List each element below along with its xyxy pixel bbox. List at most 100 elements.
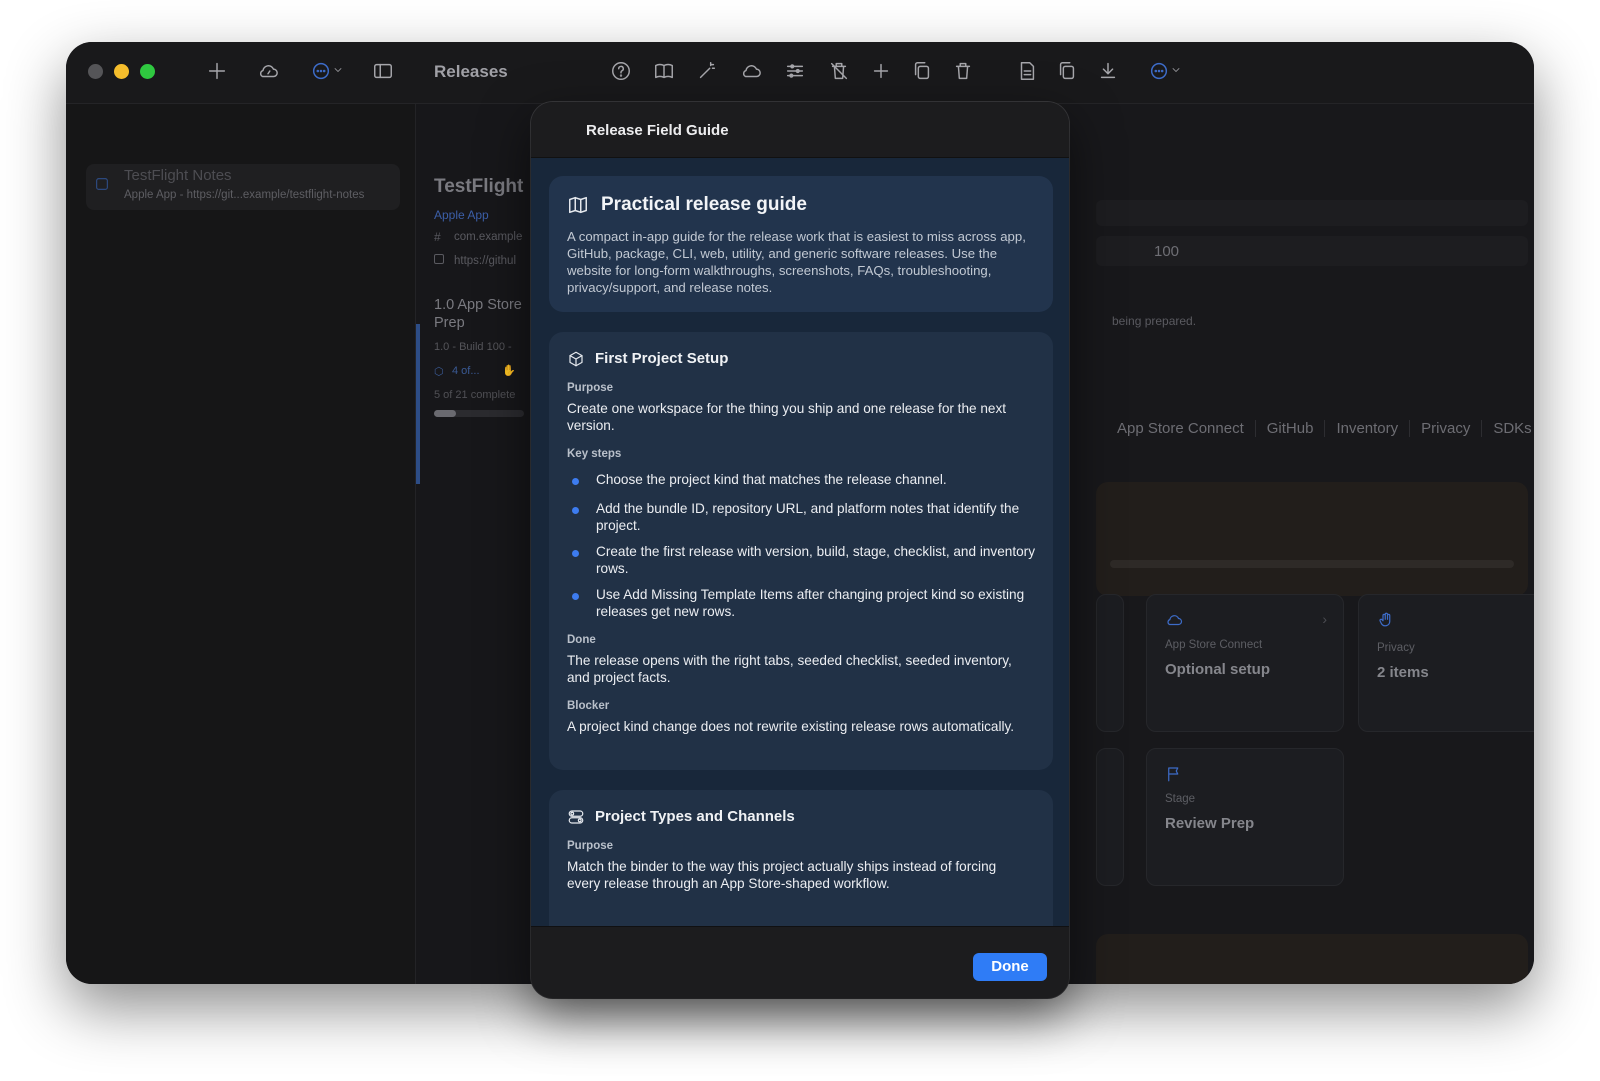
sliders-icon[interactable] — [784, 60, 806, 82]
tab-github[interactable]: GitHub — [1256, 420, 1326, 437]
cloud-icon[interactable] — [740, 60, 762, 82]
done-text: The release opens with the right tabs, s… — [567, 653, 1012, 685]
release-progress-bar — [434, 410, 524, 417]
guide-hero-panel: Practical release guide A compact in-app… — [549, 176, 1053, 312]
step-text: Use Add Missing Template Items after cha… — [596, 587, 1025, 619]
project-icon — [94, 176, 110, 192]
more-menu-icon[interactable] — [310, 60, 332, 82]
bullet-icon — [572, 550, 579, 557]
hash-icon: # — [434, 230, 441, 244]
toggles-icon — [567, 808, 585, 826]
guide-hero-text: A compact in-app guide for the release w… — [567, 229, 1026, 295]
package-icon — [567, 350, 585, 368]
link-icon — [434, 254, 444, 264]
sidebar-toggle-icon[interactable] — [372, 60, 394, 82]
purpose-label: Purpose — [567, 840, 614, 852]
summary-card-stage[interactable]: Stage Review Prep — [1146, 748, 1344, 886]
trash-icon[interactable] — [952, 60, 974, 82]
release-tasks: 4 of... — [452, 365, 480, 377]
duplicate-icon[interactable] — [911, 60, 933, 82]
copy-icon[interactable] — [1056, 60, 1078, 82]
hand-icon — [1377, 611, 1395, 629]
release-progress-text: 5 of 21 complete — [434, 389, 516, 401]
section-title: Project Types and Channels — [595, 808, 795, 825]
key-steps-label: Key steps — [567, 448, 622, 460]
card-value: Review Prep — [1165, 815, 1255, 832]
help-icon[interactable] — [610, 60, 632, 82]
box-icon: ⬡ — [434, 366, 444, 378]
magic-wand-icon[interactable] — [696, 60, 718, 82]
release-title[interactable]: 1.0 App Store Prep — [434, 296, 524, 332]
purpose-text: Match the binder to the way this project… — [567, 859, 997, 891]
dialog-title: Release Field Guide — [586, 122, 729, 139]
blocker-label: Blocker — [567, 700, 610, 712]
bundle-id: com.example — [454, 231, 523, 243]
cloud-icon — [1165, 611, 1183, 629]
sidebar-item-subtitle: Apple App - https://git...example/testfl… — [124, 189, 365, 201]
flag-icon — [1165, 765, 1183, 783]
card-label: Privacy — [1377, 642, 1415, 654]
tab-privacy[interactable]: Privacy — [1410, 420, 1483, 437]
plus-icon[interactable] — [206, 60, 228, 82]
blocker-text: A project kind change does not rewrite e… — [567, 719, 1015, 734]
release-build: 1.0 - Build 100 - — [434, 341, 512, 353]
tab-app-store-connect[interactable]: App Store Connect — [1106, 420, 1256, 437]
step-text: Add the bundle ID, repository URL, and p… — [596, 501, 1020, 533]
minimize-window-button[interactable] — [114, 64, 129, 79]
build-value: 100 — [1154, 243, 1180, 260]
toolbar-title: Releases — [434, 62, 508, 81]
dialog-header: Release Field Guide — [531, 102, 1069, 158]
summary-card-app-store-connect[interactable]: › App Store Connect Optional setup — [1146, 594, 1344, 732]
zoom-window-button[interactable] — [140, 64, 155, 79]
status-note: being prepared. — [1112, 314, 1197, 328]
book-icon[interactable] — [653, 60, 675, 82]
selection-indicator — [416, 324, 420, 484]
summary-card-edge — [1096, 594, 1124, 732]
status-banner — [1096, 482, 1528, 596]
guide-hero-title: Practical release guide — [601, 194, 807, 215]
chevron-down-icon[interactable] — [1170, 64, 1182, 76]
dialog-footer: Done — [531, 926, 1069, 998]
banner-progress — [1110, 560, 1514, 568]
done-button[interactable]: Done — [973, 953, 1047, 981]
step-text: Create the first release with version, b… — [596, 544, 1035, 576]
sidebar-item-title: TestFlight Notes — [124, 167, 232, 184]
bullet-icon — [572, 478, 579, 485]
card-value: Optional setup — [1165, 661, 1270, 678]
bottom-banner — [1096, 934, 1528, 984]
section-project-types-and-channels: Project Types and Channels Purpose Match… — [549, 790, 1053, 926]
document-icon[interactable] — [1016, 60, 1038, 82]
purpose-text: Create one workspace for the thing you s… — [567, 401, 1007, 433]
card-value: 2 items — [1377, 664, 1429, 681]
section-title: First Project Setup — [595, 350, 729, 367]
release-progress-fill — [434, 410, 456, 417]
repo-url: https://githul — [454, 255, 517, 267]
tab-inventory[interactable]: Inventory — [1325, 420, 1411, 437]
chevron-right-icon: › — [1322, 611, 1327, 627]
project-name: TestFlight — [434, 176, 524, 197]
purpose-label: Purpose — [567, 382, 614, 394]
project-kind: Apple App — [434, 208, 489, 222]
sidebar: TestFlight Notes Apple App - https://git… — [66, 104, 416, 984]
bullet-icon — [572, 593, 579, 600]
summary-card-edge — [1096, 748, 1124, 886]
download-icon[interactable] — [1097, 60, 1119, 82]
card-label: Stage — [1165, 793, 1196, 805]
clear-trash-icon[interactable] — [828, 60, 850, 82]
tab-sdks[interactable]: SDKs — [1482, 420, 1534, 437]
dialog-scroll-content[interactable]: Practical release guide A compact in-app… — [531, 158, 1069, 926]
detail-field[interactable] — [1096, 200, 1528, 226]
section-first-project-setup: First Project Setup Purpose Create one w… — [549, 332, 1053, 770]
bullet-icon — [572, 507, 579, 514]
close-window-button[interactable] — [88, 64, 103, 79]
add-icon[interactable] — [870, 60, 892, 82]
toolbar: Releases — [66, 42, 1534, 104]
chevron-down-icon[interactable] — [332, 64, 344, 76]
summary-card-privacy[interactable]: › Privacy 2 items — [1358, 594, 1534, 732]
step-text: Choose the project kind that matches the… — [596, 472, 947, 487]
detail-tabs: App Store Connect GitHub Inventory Priva… — [1106, 420, 1534, 437]
map-icon — [567, 194, 589, 216]
release-list: TestFlight Apple App # com.example https… — [416, 104, 536, 984]
more-actions-icon[interactable] — [1148, 60, 1170, 82]
cloud-gauge-icon[interactable] — [257, 60, 279, 82]
